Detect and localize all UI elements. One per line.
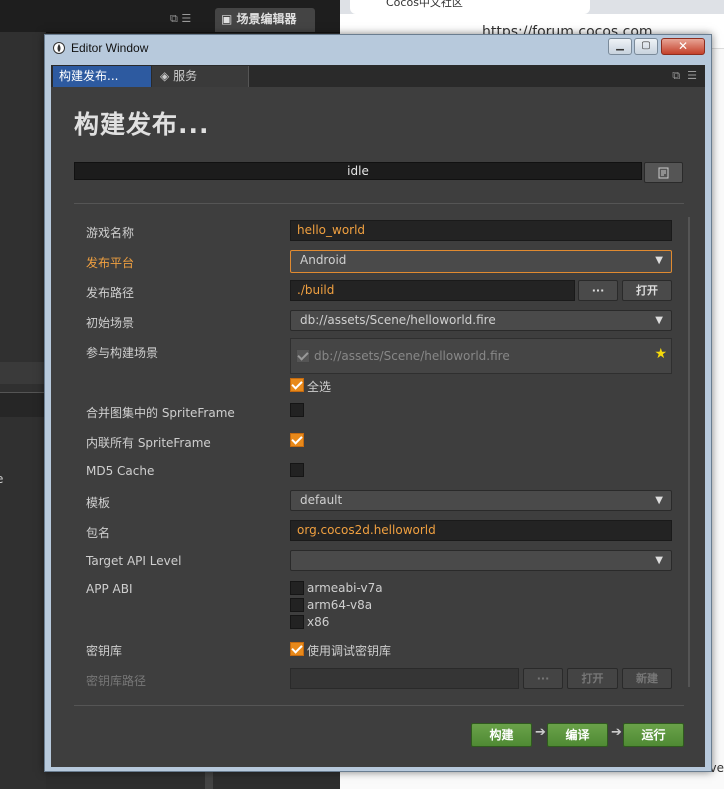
strip-block [0,362,46,384]
debug-keystore-checkbox[interactable] [290,642,304,656]
scene-checkbox [296,349,310,363]
browser-tab-title: Cocos中文社区 [386,0,463,9]
package-name-input[interactable]: org.cocos2d.helloworld [290,520,672,541]
build-progress-bar: idle [74,162,642,180]
build-status-text: idle [347,164,369,178]
template-label: 模板 [86,496,111,510]
strip-text: e [0,472,3,486]
merge-spriteframe-checkbox[interactable] [290,403,304,417]
start-scene-select[interactable]: db://assets/Scene/helloworld.fire ▼ [290,310,672,331]
page-title: 构建发布... [74,110,210,139]
arrow-right-icon: ➔ [535,725,546,740]
md5-cache-checkbox[interactable] [290,463,304,477]
maximize-icon: ▢ [641,40,651,51]
inline-spriteframe-label: 内联所有 SpriteFrame [86,436,211,450]
keystore-path-label: 密钥库路径 [86,674,147,688]
select-all-label: 全选 [307,380,332,394]
keystore-new-button[interactable]: 新建 [622,668,672,689]
keystore-label: 密钥库 [86,644,123,658]
tab-build-publish[interactable]: 构建发布... [53,66,151,87]
package-name-label: 包名 [86,526,111,540]
window-title: Editor Window [71,41,149,55]
browser-tab[interactable]: Cocos中文社区 [350,0,590,14]
platform-select[interactable]: Android ▼ [290,250,672,273]
close-icon: ✕ [677,39,689,53]
browser-tabstrip: Cocos中文社区 [340,0,724,14]
keystore-path-input[interactable] [290,668,519,689]
keystore-open-button[interactable]: 打开 [567,668,618,689]
open-log-button[interactable] [644,162,683,183]
template-value: default [300,493,343,507]
panel-icons: ⧉ ☰ [170,12,192,25]
editor-topbar: ⧉ ☰ ▣ 场景编辑器 [0,0,340,33]
scene-editor-tab-label: 场景编辑器 [236,12,297,26]
build-path-open-button[interactable]: 打开 [622,280,672,301]
minimize-icon: ▁ [616,40,624,51]
dropdown-arrow-icon: ▼ [655,495,663,506]
game-name-label: 游戏名称 [86,226,135,240]
bottom-column [205,770,213,789]
keystore-browse-button[interactable]: ··· [523,668,563,689]
window-tabbar: 构建发布... ◈ 服务 ⧉ ☰ [51,65,705,87]
scene-editor-tab[interactable]: ▣ 场景编辑器 [215,8,315,32]
game-name-input[interactable]: hello_world [290,220,672,241]
template-select[interactable]: default ▼ [290,490,672,511]
divider [74,203,684,204]
build-path-label: 发布路径 [86,286,135,300]
tab-build-publish-label: 构建发布... [59,69,119,83]
platform-value: Android [300,253,347,267]
md5-cache-label: MD5 Cache [86,464,155,478]
target-api-select[interactable]: ▼ [290,550,672,571]
close-button[interactable]: ✕ [661,38,705,55]
select-all-checkbox[interactable] [290,378,304,392]
compile-button[interactable]: 编译 [547,723,608,747]
abi-x86-label: x86 [307,615,330,629]
star-icon: ★ [654,346,667,362]
cocos-logo-icon [53,42,65,54]
build-panel: 构建发布... idle 游戏名称 hello_world 发布平台 Andro… [51,87,705,767]
dropdown-arrow-icon: ▼ [655,555,663,566]
scene-item: db://assets/Scene/helloworld.fire [314,349,510,363]
merge-spriteframe-label: 合并图集中的 SpriteFrame [86,406,235,420]
abi-arm64-v8a-label: arm64-v8a [307,598,373,612]
build-path-browse-button[interactable]: ··· [578,280,618,301]
target-api-label: Target API Level [86,554,182,568]
window-titlebar[interactable]: Editor Window ▁ ▢ ✕ [45,35,711,63]
dropdown-arrow-icon: ▼ [655,315,663,326]
inline-spriteframe-checkbox[interactable] [290,433,304,447]
app-abi-label: APP ABI [86,582,133,596]
minimize-button[interactable]: ▁ [608,38,632,55]
tab-panel-icons[interactable]: ⧉ ☰ [672,69,697,83]
debug-keystore-label: 使用调试密钥库 [307,644,392,658]
abi-armeabi-v7a-checkbox[interactable] [290,581,304,595]
tab-services[interactable]: ◈ 服务 [152,66,249,87]
document-icon [658,167,669,179]
maximize-button[interactable]: ▢ [634,38,658,55]
abi-arm64-v8a-checkbox[interactable] [290,598,304,612]
abi-armeabi-v7a-label: armeabi-v7a [307,581,383,595]
platform-label: 发布平台 [86,256,135,270]
divider [74,705,684,706]
included-scenes-label: 参与构建场景 [86,346,159,360]
arrow-right-icon: ➔ [611,725,622,740]
scrollbar[interactable] [688,217,690,687]
services-icon: ◈ [160,69,170,83]
run-button[interactable]: 运行 [623,723,684,747]
editor-left-strip: e [0,32,46,789]
strip-block-dark [0,392,46,417]
build-button[interactable]: 构建 [471,723,532,747]
tab-services-label: 服务 [173,69,198,83]
start-scene-label: 初始场景 [86,316,135,330]
dropdown-arrow-icon: ▼ [655,255,663,266]
start-scene-value: db://assets/Scene/helloworld.fire [300,313,496,327]
build-path-input[interactable]: ./build [290,280,575,301]
included-scenes-list: db://assets/Scene/helloworld.fire ★ [290,338,672,374]
editor-window: Editor Window ▁ ▢ ✕ 构建发布... ◈ 服务 ⧉ ☰ 构建发… [44,34,712,772]
abi-x86-checkbox[interactable] [290,615,304,629]
